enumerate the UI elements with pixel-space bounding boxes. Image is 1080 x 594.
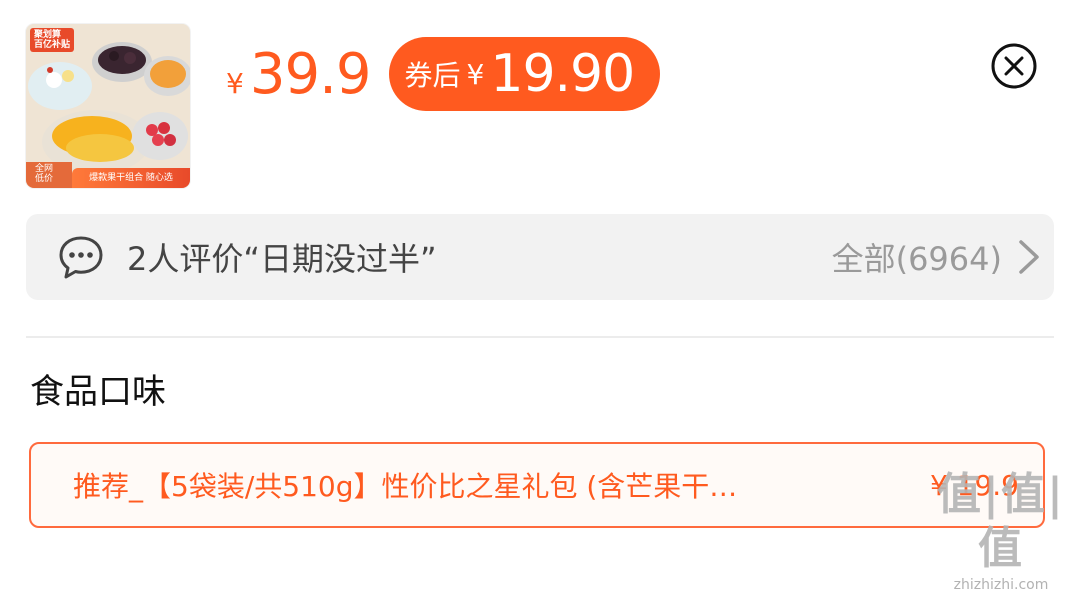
product-thumbnail: 聚划算 百亿补贴 全网 低价 爆款果干组合 随心选 (26, 24, 190, 188)
close-button[interactable] (991, 43, 1037, 89)
watermark-url: zhizhizhi.com (953, 577, 1049, 593)
flavor-section-title: 食品口味 (30, 372, 166, 412)
price-row: ¥ 39.9 券后 ¥ 19.90 (226, 37, 661, 111)
chat-bubble-icon (59, 236, 103, 279)
close-circle-icon (991, 43, 1037, 89)
flavor-option-selected[interactable]: 推荐_【5袋装/共510g】性价比之星礼包 (含芒果干… ¥ 19.9 (29, 442, 1045, 528)
price-amount: 39.9 (249, 41, 372, 107)
section-divider (26, 336, 1054, 338)
original-price: ¥ 39.9 (226, 41, 372, 107)
lowest-price-tag: 全网 低价 (34, 164, 53, 184)
coupon-currency: ¥ (466, 57, 485, 91)
chevron-right-icon (1019, 240, 1039, 274)
thumbnail-banner: 爆款果干组合 随心选 (72, 168, 190, 188)
promo-badge: 聚划算 百亿补贴 (30, 28, 75, 52)
review-keyword-text: 2人评价“日期没过半” (127, 240, 437, 278)
option-price: ¥ 19.9 (929, 468, 1019, 502)
price-currency: ¥ (226, 66, 244, 100)
all-reviews-link[interactable]: 全部(6964) (832, 234, 1002, 280)
coupon-price: 19.90 (490, 44, 635, 104)
coupon-price-badge: 券后 ¥ 19.90 (388, 37, 661, 111)
option-name: 推荐_【5袋装/共510g】性价比之星礼包 (含芒果干… (73, 470, 738, 503)
coupon-label: 券后 (404, 59, 461, 92)
review-summary-bar[interactable]: 2人评价“日期没过半” 全部(6964) (26, 214, 1054, 300)
